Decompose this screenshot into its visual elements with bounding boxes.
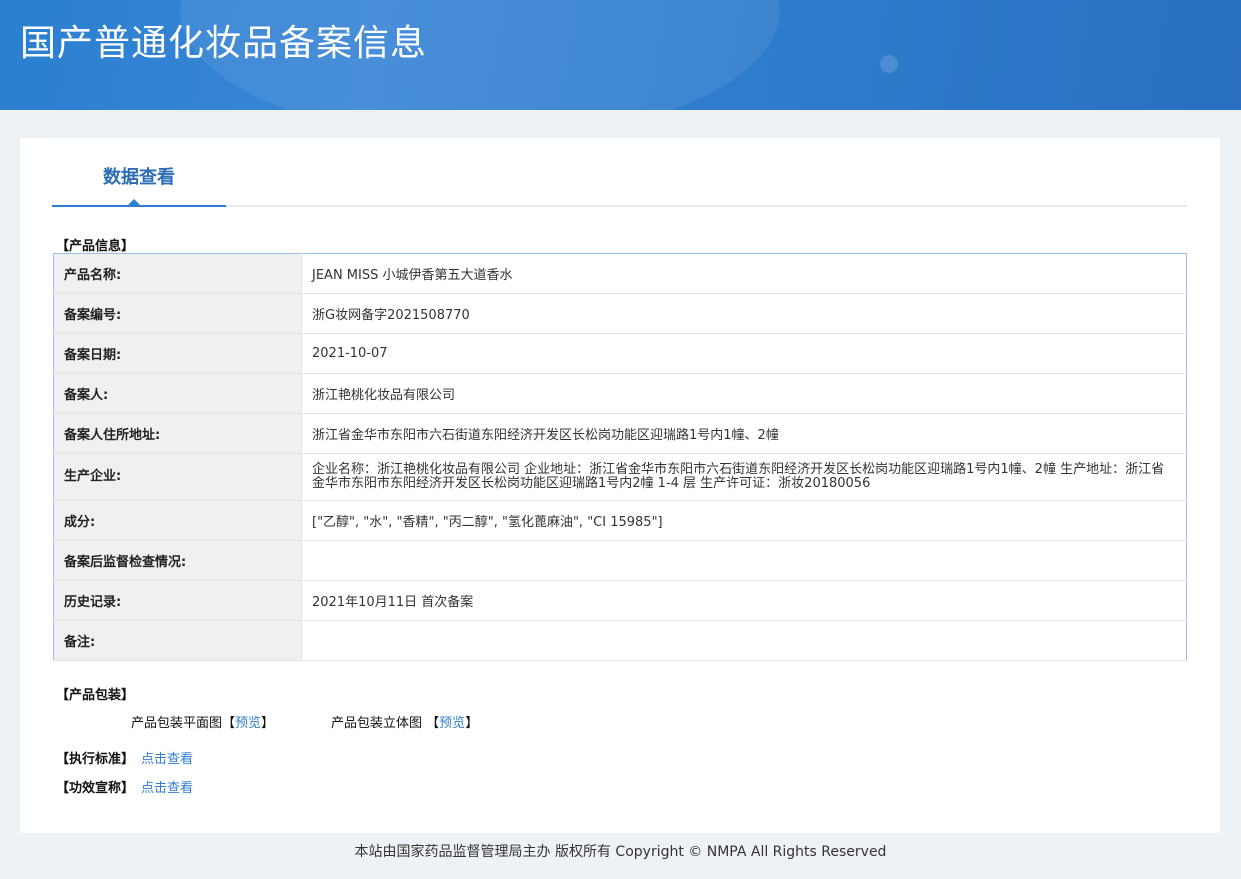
page-title: 国产普通化妆品备案信息 bbox=[20, 23, 428, 64]
table-row: 成分: ["乙醇", "水", "香精", "丙二醇", "氢化蓖麻油", "CI… bbox=[53, 500, 1187, 541]
row-value bbox=[301, 540, 1187, 581]
tab-bar: 数据查看 bbox=[52, 138, 1187, 207]
row-label: 备案日期: bbox=[53, 333, 302, 374]
row-label: 产品名称: bbox=[53, 253, 302, 294]
row-label: 备案人: bbox=[53, 373, 302, 414]
table-row: 备案编号: 浙G妆网备字2021508770 bbox=[53, 293, 1187, 334]
row-value: 企业名称：浙江艳桃化妆品有限公司 企业地址：浙江省金华市东阳市六石街道东阳经济开… bbox=[301, 453, 1187, 501]
row-label: 备案编号: bbox=[53, 293, 302, 334]
row-value: 浙江艳桃化妆品有限公司 bbox=[301, 373, 1187, 414]
table-row: 历史记录: 2021年10月11日 首次备案 bbox=[53, 580, 1187, 621]
row-value: 2021-10-07 bbox=[301, 333, 1187, 374]
table-row: 备案人住所地址: 浙江省金华市东阳市六石街道东阳经济开发区长松岗功能区迎瑞路1号内… bbox=[53, 413, 1187, 454]
section-product-info: 【产品信息】 bbox=[56, 239, 135, 254]
row-value: 浙G妆网备字2021508770 bbox=[301, 293, 1187, 334]
row-label: 历史记录: bbox=[53, 580, 302, 621]
row-value: ["乙醇", "水", "香精", "丙二醇", "氢化蓖麻油", "CI 15… bbox=[301, 500, 1187, 541]
bracket: 【 bbox=[222, 716, 236, 731]
table-row: 生产企业: 企业名称：浙江艳桃化妆品有限公司 企业地址：浙江省金华市东阳市六石街道… bbox=[53, 453, 1187, 501]
table-row: 备案日期: 2021-10-07 bbox=[53, 333, 1187, 374]
row-value: JEAN MISS 小城伊香第五大道香水 bbox=[301, 253, 1187, 294]
table-row: 备注: bbox=[53, 620, 1187, 661]
row-label: 备案后监督检查情况: bbox=[53, 540, 302, 581]
row-value: 2021年10月11日 首次备案 bbox=[301, 580, 1187, 621]
content-card: 数据查看 【产品信息】 产品名称: JEAN MISS 小城伊香第五大道香水 备案编… bbox=[20, 138, 1220, 833]
tab-label: 数据查看 bbox=[103, 167, 175, 188]
section-packaging: 【产品包装】 bbox=[56, 688, 135, 703]
row-label: 备案人住所地址: bbox=[53, 413, 302, 454]
product-info-table: 产品名称: JEAN MISS 小城伊香第五大道香水 备案编号: 浙G妆网备字2021… bbox=[53, 253, 1187, 661]
section-standard: 【执行标准】 bbox=[56, 752, 135, 767]
row-value: 浙江省金华市东阳市六石街道东阳经济开发区长松岗功能区迎瑞路1号内1幢、2幢 bbox=[301, 413, 1187, 454]
row-label: 备注: bbox=[53, 620, 302, 661]
table-row: 备案人: 浙江艳桃化妆品有限公司 bbox=[53, 373, 1187, 414]
bracket: 【 bbox=[426, 716, 440, 731]
row-label: 生产企业: bbox=[53, 453, 302, 501]
packaging-flat: 产品包装平面图【预览】 bbox=[131, 712, 274, 731]
packaging-flat-label: 产品包装平面图 bbox=[131, 716, 223, 731]
tab-data-view[interactable]: 数据查看 bbox=[52, 138, 226, 207]
efficacy-view-link[interactable]: 点击查看 bbox=[141, 777, 193, 796]
packaging-flat-preview-link[interactable]: 预览 bbox=[235, 716, 261, 731]
bracket: 】 bbox=[261, 716, 275, 731]
table-row: 产品名称: JEAN MISS 小城伊香第五大道香水 bbox=[53, 253, 1187, 294]
bracket: 】 bbox=[465, 716, 479, 731]
packaging-solid: 产品包装立体图 【预览】 bbox=[331, 712, 478, 731]
header-decoration bbox=[880, 55, 898, 73]
tab-caret-icon bbox=[128, 199, 140, 205]
footer-copyright: 本站由国家药品监督管理局主办 版权所有 Copyright © NMPA All… bbox=[354, 844, 887, 860]
row-value bbox=[301, 620, 1187, 661]
table-row: 备案后监督检查情况: bbox=[53, 540, 1187, 581]
section-efficacy: 【功效宣称】 bbox=[56, 781, 135, 796]
packaging-solid-preview-link[interactable]: 预览 bbox=[439, 716, 465, 731]
packaging-solid-label: 产品包装立体图 bbox=[331, 716, 423, 731]
page-header: 国产普通化妆品备案信息 bbox=[0, 0, 1241, 110]
row-label: 成分: bbox=[53, 500, 302, 541]
standard-view-link[interactable]: 点击查看 bbox=[141, 748, 193, 767]
